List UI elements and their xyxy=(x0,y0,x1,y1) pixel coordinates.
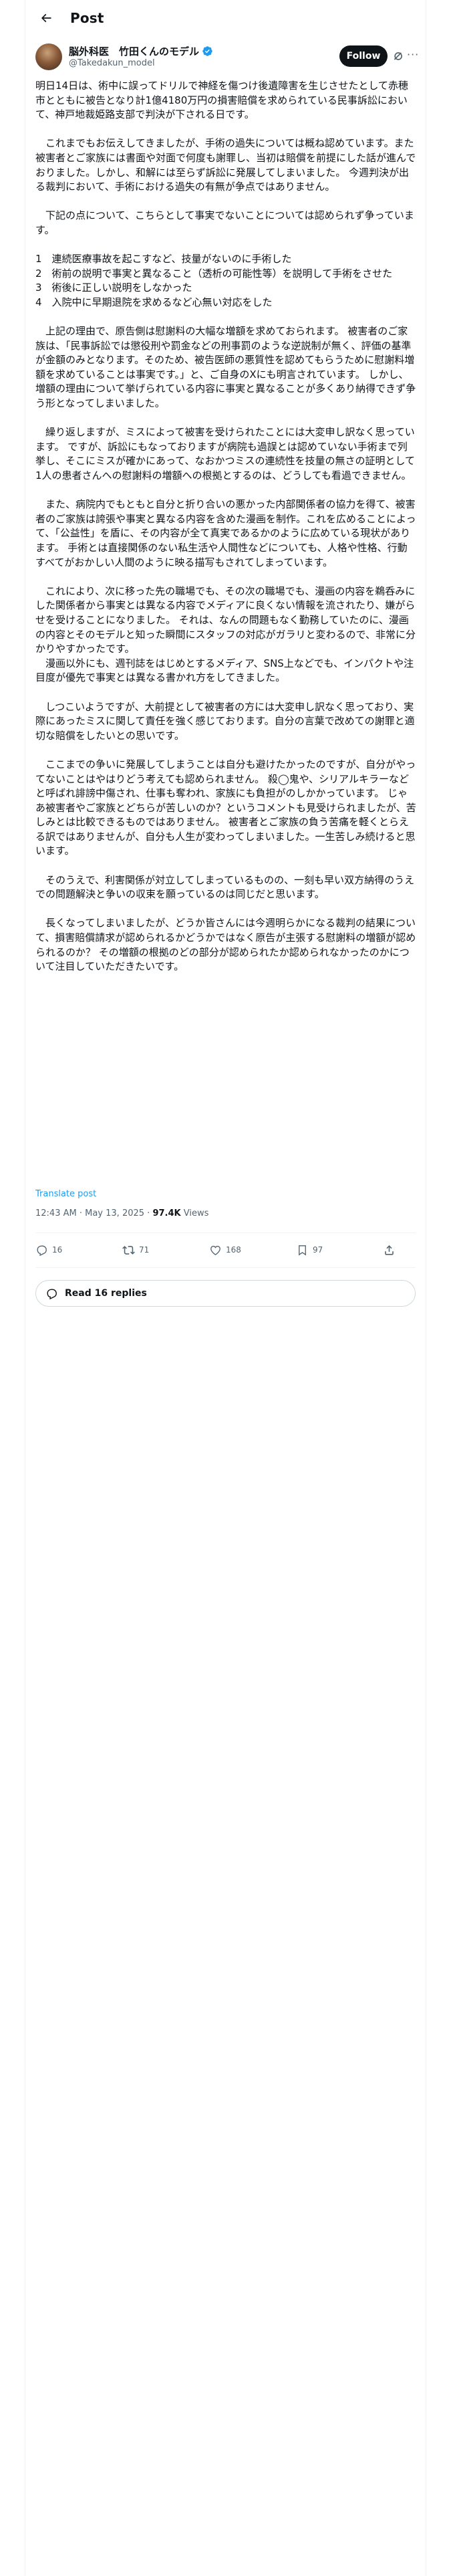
post-text: 明日14日は、術中に誤ってドリルで神経を傷つけ後遺障害を生じさせたとして赤穂市と… xyxy=(35,79,416,974)
post-time[interactable]: 12:43 AM xyxy=(35,1208,77,1218)
bookmark-button[interactable]: 97 xyxy=(296,1244,383,1257)
post-paragraph: 上記の理由で、原告側は慰謝料の大幅な増額を求めておられます。 被害者のご家族は、… xyxy=(35,325,416,410)
follow-button[interactable]: Follow xyxy=(339,45,388,67)
bookmark-count: 97 xyxy=(313,1245,323,1255)
post-list: 1 連続医療事故を起こすなど、技量がないのに手術した 2 術前の説明で事実と異な… xyxy=(35,253,393,308)
share-icon xyxy=(385,1245,394,1255)
bookmark-icon xyxy=(299,1245,306,1256)
divider xyxy=(35,1267,416,1268)
like-button[interactable]: 168 xyxy=(209,1244,296,1257)
divider xyxy=(35,1232,416,1233)
author-name-row[interactable]: 脳外科医 竹田くんのモデル xyxy=(69,44,213,58)
post-paragraph: これにより、次に移った先の職場でも、その次の職場でも、漫画の内容を鵜呑みにした関… xyxy=(35,584,416,684)
back-button[interactable] xyxy=(35,7,57,29)
arrow-left-icon xyxy=(41,13,51,22)
page-title: Post xyxy=(70,9,104,26)
chat-bubble-icon xyxy=(47,1288,57,1299)
reply-button[interactable]: 16 xyxy=(35,1244,122,1257)
share-button[interactable] xyxy=(383,1244,396,1257)
author-name[interactable]: 脳外科医 竹田くんのモデル xyxy=(69,45,199,58)
verified-badge-icon xyxy=(202,46,212,56)
page-header: Post xyxy=(25,0,426,35)
post-paragraph: しつこいようですが、大前提として被害者の方には大変申し訳なく思っており、実際にあ… xyxy=(35,700,415,742)
post-author: 脳外科医 竹田くんのモデル @Takedakun_model Follow ··… xyxy=(35,41,419,74)
views-count: 97.4K xyxy=(152,1208,181,1218)
read-replies-label: Read 16 replies xyxy=(65,1288,147,1299)
reply-count: 16 xyxy=(52,1245,63,1255)
action-bar: 16 71 168 97 xyxy=(35,1239,416,1261)
post-paragraph: 下記の点について、こちらとして事実でないことについては認められず争っています。 xyxy=(35,209,414,236)
heart-icon xyxy=(210,1245,220,1255)
author-handle[interactable]: @Takedakun_model xyxy=(69,58,155,68)
views-label: Views xyxy=(183,1208,209,1218)
post-paragraph: 明日14日は、術中に誤ってドリルで神経を傷つけ後遺障害を生じさせたとして赤穂市と… xyxy=(35,80,408,121)
post-meta: 12:43 AM · May 13, 2025 · 97.4K Views xyxy=(35,1208,209,1218)
post-paragraph: 繰り返しますが、ミスによって被害を受けられたことには大変申し訳なく思っています。… xyxy=(35,426,416,482)
translate-post-link[interactable]: Translate post xyxy=(35,1189,96,1199)
post-paragraph: これまでもお伝えしてきましたが、手術の過失については概ね認めています。また被害者… xyxy=(35,137,416,193)
post-paragraph: そのうえで、利害関係が対立してしまっているものの、一刻も早い双方納得のうえでの問… xyxy=(35,873,415,901)
reply-icon xyxy=(37,1245,47,1256)
repost-icon xyxy=(122,1245,135,1255)
post-date[interactable]: May 13, 2025 xyxy=(85,1208,144,1218)
post-paragraph: ここまでの争いに発展してしまうことは自分も避けたかったのですが、自分がやってない… xyxy=(35,758,416,857)
repost-button[interactable]: 71 xyxy=(122,1244,209,1257)
post-paragraph: 長くなってしまいましたが、どうか皆さんには今週明らかになる裁判の結果について、損… xyxy=(35,917,416,973)
post-paragraph: また、病院内でもともと自分と折り合いの悪かった内部関係者の協力を得て、被害者のご… xyxy=(35,498,416,568)
repost-count: 71 xyxy=(139,1245,150,1255)
avatar[interactable] xyxy=(35,43,62,70)
more-horizontal-icon[interactable]: ··· xyxy=(407,48,419,61)
grok-icon[interactable] xyxy=(392,49,406,63)
like-count: 168 xyxy=(226,1245,241,1255)
read-replies-button[interactable]: Read 16 replies xyxy=(35,1280,416,1307)
